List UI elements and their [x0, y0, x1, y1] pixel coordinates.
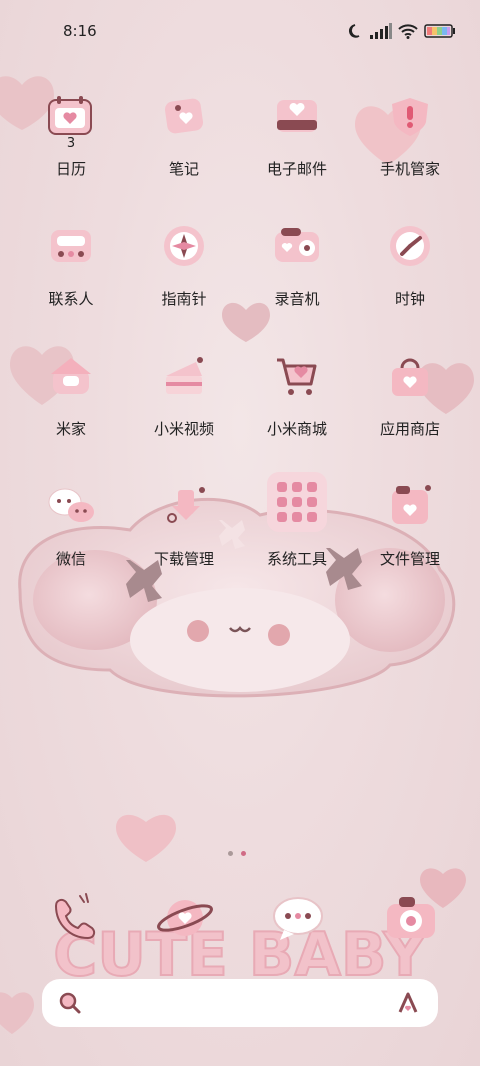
- recorder-icon: [275, 228, 319, 262]
- messages-icon[interactable]: [268, 888, 328, 948]
- email-icon: [277, 100, 317, 132]
- app-label: 电子邮件: [266, 160, 327, 178]
- battery-icon: [424, 24, 455, 38]
- app-mihome[interactable]: 米家: [15, 354, 127, 464]
- app-label: 时钟: [394, 290, 425, 308]
- calendar-date-badge: 3: [66, 136, 76, 151]
- search-icon: [59, 992, 81, 1014]
- app-video[interactable]: 小米视频: [128, 354, 240, 464]
- browser-icon[interactable]: [155, 888, 215, 948]
- app-mall[interactable]: 小米商城: [241, 354, 353, 464]
- app-label: 录音机: [274, 290, 320, 308]
- file-folder-icon: [392, 485, 431, 524]
- app-label: 小米视频: [153, 420, 214, 438]
- cake-icon: [166, 357, 203, 394]
- app-store[interactable]: 应用商店: [354, 354, 466, 464]
- app-compass[interactable]: 指南针: [128, 224, 240, 334]
- signal-icon: [370, 23, 392, 39]
- app-label: 小米商城: [266, 420, 327, 438]
- camera-icon[interactable]: [381, 888, 441, 948]
- notes-icon: [164, 98, 204, 134]
- app-calendar[interactable]: 3 日历: [15, 94, 127, 204]
- app-label: 应用商店: [379, 420, 440, 438]
- page-indicator[interactable]: [228, 851, 246, 856]
- status-time: 8:16: [63, 22, 97, 40]
- chat-bubbles-icon: [48, 488, 94, 522]
- search-bar[interactable]: [42, 979, 438, 1027]
- cart-icon: [277, 358, 317, 395]
- app-email[interactable]: 电子邮件: [241, 94, 353, 204]
- status-bar: 8:16: [0, 0, 480, 62]
- app-label: 手机管家: [379, 160, 440, 178]
- compass-icon: [164, 226, 204, 266]
- folder-grid-icon: [267, 472, 327, 532]
- app-label: 微信: [55, 550, 86, 568]
- app-notes[interactable]: 笔记: [128, 94, 240, 204]
- shield-icon: [392, 98, 428, 136]
- app-contacts[interactable]: 联系人: [15, 224, 127, 334]
- app-files[interactable]: 文件管理: [354, 484, 466, 594]
- calendar-icon: [48, 96, 92, 135]
- app-label: 文件管理: [379, 550, 440, 568]
- clock-icon: [390, 226, 430, 266]
- app-label: 日历: [55, 160, 86, 178]
- page-dot-1[interactable]: [228, 851, 233, 856]
- moon-icon: [349, 24, 360, 38]
- app-label: 米家: [55, 420, 86, 438]
- app-label: 指南针: [161, 290, 207, 308]
- app-downloads[interactable]: 下载管理: [128, 484, 240, 594]
- app-label: 联系人: [48, 290, 94, 308]
- shopping-bag-icon: [392, 358, 428, 396]
- wifi-icon: [398, 24, 418, 39]
- app-security[interactable]: 手机管家: [354, 94, 466, 204]
- status-icons: [348, 22, 456, 40]
- page-dot-2[interactable]: [241, 851, 246, 856]
- app-wechat[interactable]: 微信: [15, 484, 127, 594]
- app-system-tools[interactable]: 系统工具: [241, 470, 353, 580]
- app-label: 下载管理: [153, 550, 214, 568]
- download-icon: [167, 487, 205, 523]
- app-label: 笔记: [168, 160, 199, 178]
- home-icon: [51, 358, 91, 394]
- phone-icon[interactable]: [42, 888, 102, 948]
- app-label: 系统工具: [266, 550, 327, 568]
- assistant-icon[interactable]: [396, 991, 420, 1015]
- app-recorder[interactable]: 录音机: [241, 224, 353, 334]
- app-clock[interactable]: 时钟: [354, 224, 466, 334]
- contacts-icon: [51, 230, 91, 262]
